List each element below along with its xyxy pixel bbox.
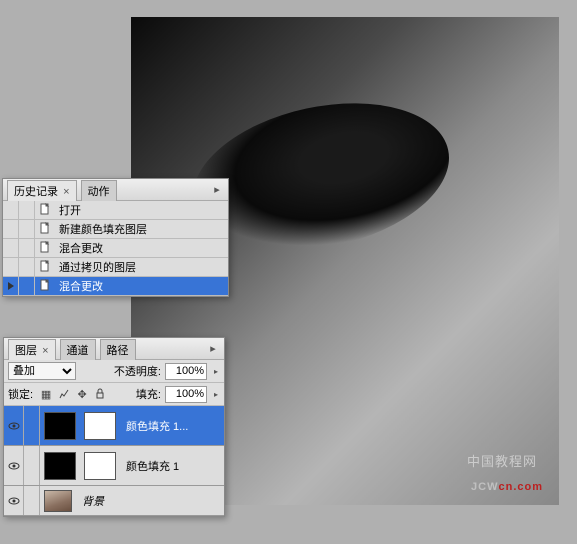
panel-menu-icon[interactable]: ▸ bbox=[206, 342, 220, 355]
history-label: 打开 bbox=[55, 202, 228, 218]
watermark: JCWcn.com bbox=[471, 477, 543, 495]
visibility-toggle[interactable] bbox=[4, 486, 24, 515]
eye-icon bbox=[8, 495, 20, 507]
mask-thumb[interactable] bbox=[84, 412, 116, 440]
layer-name: 颜色填充 1... bbox=[120, 418, 224, 434]
mask-thumb[interactable] bbox=[84, 452, 116, 480]
tab-layers[interactable]: 图层 × bbox=[8, 339, 56, 360]
close-icon[interactable]: × bbox=[63, 186, 69, 198]
lock-all-icon[interactable] bbox=[93, 387, 107, 401]
tab-channels[interactable]: 通道 bbox=[60, 339, 96, 360]
panel-header: 历史记录 × 动作 ▸ bbox=[3, 179, 228, 201]
layer-name: 颜色填充 1 bbox=[120, 458, 224, 474]
history-label: 混合更改 bbox=[55, 278, 228, 294]
watermark-cn: 中国教程网 bbox=[467, 451, 537, 470]
chevron-right-icon[interactable]: ▸ bbox=[214, 367, 218, 376]
layer-row-background[interactable]: 背景 bbox=[4, 486, 224, 516]
eye-icon bbox=[8, 460, 20, 472]
blend-mode-select[interactable]: 叠加 bbox=[8, 362, 76, 380]
history-item[interactable]: 通过拷贝的图层 bbox=[3, 258, 228, 277]
layer-row[interactable]: 颜色填充 1... bbox=[4, 406, 224, 446]
eye-icon bbox=[8, 420, 20, 432]
close-icon[interactable]: × bbox=[42, 345, 48, 357]
fill-label: 填充: bbox=[136, 386, 161, 402]
panel-header: 图层 × 通道 路径 ▸ bbox=[4, 338, 224, 360]
history-item[interactable]: 打开 bbox=[3, 201, 228, 220]
document-icon bbox=[35, 240, 55, 256]
document-icon bbox=[35, 259, 55, 275]
document-icon bbox=[35, 202, 55, 218]
tab-actions[interactable]: 动作 bbox=[81, 180, 117, 201]
layer-thumb[interactable] bbox=[44, 490, 72, 512]
opacity-value[interactable]: 100% bbox=[165, 363, 207, 380]
lock-move-icon[interactable]: ✥ bbox=[75, 387, 89, 401]
fill-value[interactable]: 100% bbox=[165, 386, 207, 403]
history-label: 新建颜色填充图层 bbox=[55, 221, 228, 237]
history-item[interactable]: 混合更改 bbox=[3, 277, 228, 296]
tab-history[interactable]: 历史记录 × bbox=[7, 180, 77, 201]
chevron-right-icon[interactable]: ▸ bbox=[214, 390, 218, 399]
history-item[interactable]: 新建颜色填充图层 bbox=[3, 220, 228, 239]
layer-thumb[interactable] bbox=[44, 412, 76, 440]
lock-brush-icon[interactable] bbox=[57, 387, 71, 401]
lock-row: 锁定: ▦ ✥ 填充: 100% ▸ bbox=[4, 383, 224, 406]
layer-thumb[interactable] bbox=[44, 452, 76, 480]
layer-row[interactable]: 颜色填充 1 bbox=[4, 446, 224, 486]
blend-row: 叠加 不透明度: 100% ▸ bbox=[4, 360, 224, 383]
history-item[interactable]: 混合更改 bbox=[3, 239, 228, 258]
visibility-toggle[interactable] bbox=[4, 446, 24, 485]
history-label: 混合更改 bbox=[55, 240, 228, 256]
history-label: 通过拷贝的图层 bbox=[55, 259, 228, 275]
tab-paths[interactable]: 路径 bbox=[100, 339, 136, 360]
lock-transparency-icon[interactable]: ▦ bbox=[39, 387, 53, 401]
lock-label: 锁定: bbox=[8, 386, 33, 402]
panel-menu-icon[interactable]: ▸ bbox=[210, 183, 224, 196]
document-icon bbox=[35, 221, 55, 237]
pointer-icon bbox=[6, 281, 16, 291]
layers-panel: 图层 × 通道 路径 ▸ 叠加 不透明度: 100% ▸ 锁定: ▦ ✥ 填充: bbox=[3, 337, 225, 517]
layer-name: 背景 bbox=[76, 493, 224, 509]
history-panel: 历史记录 × 动作 ▸ 打开 新建颜色填充图层 混合更改 通过拷贝的图层 bbox=[2, 178, 229, 297]
opacity-label: 不透明度: bbox=[114, 363, 161, 379]
visibility-toggle[interactable] bbox=[4, 406, 24, 445]
document-icon bbox=[35, 278, 55, 294]
